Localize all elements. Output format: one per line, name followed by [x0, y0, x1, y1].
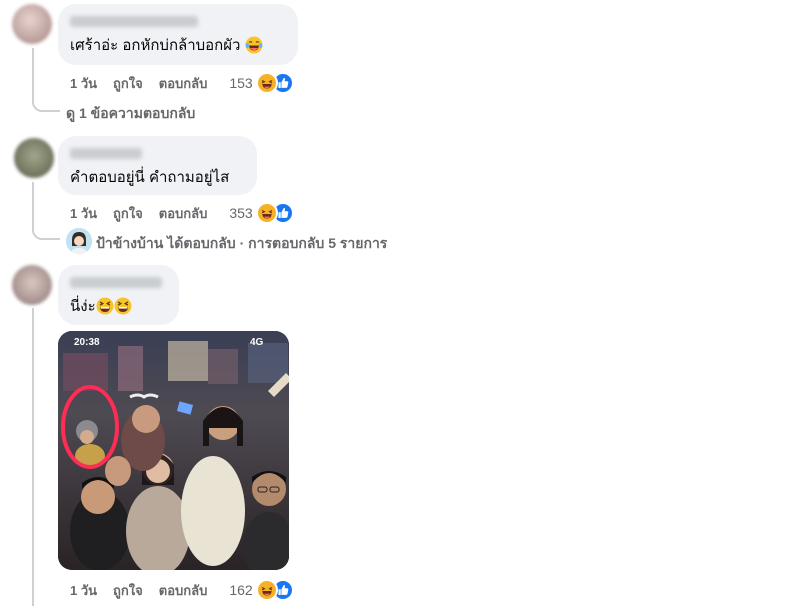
reply-author-avatar[interactable] [66, 228, 92, 254]
reaction-summary[interactable]: 162 [229, 579, 294, 601]
commenter-avatar[interactable] [14, 138, 54, 178]
photo-status-time: 20:38 [74, 337, 100, 348]
commenter-name-blurred[interactable] [70, 277, 162, 288]
reaction-summary[interactable]: 353 [229, 202, 294, 224]
laugh-cry-emoji-icon [244, 36, 263, 54]
like-button[interactable]: ถูกใจ [113, 73, 143, 94]
reaction-count: 153 [229, 75, 253, 91]
commenter-name-blurred[interactable] [70, 16, 198, 27]
comment-time[interactable]: 1 วัน [70, 203, 97, 224]
reply-thread-line [32, 182, 60, 240]
commenter-name-blurred[interactable] [70, 148, 142, 159]
reaction-count: 162 [229, 582, 253, 598]
comment-text-wrap: เศร้าอ่ะ อกหักบ่กล้าบอกผัว [70, 36, 286, 56]
reply-thread-line [32, 48, 60, 112]
comment-actions: 1 วัน ถูกใจ ตอบกลับ 353 [70, 202, 294, 224]
commenter-avatar[interactable] [12, 265, 52, 305]
reply-button[interactable]: ตอบกลับ [159, 203, 208, 224]
comment-text: นี่ง่ะ [70, 298, 96, 315]
haha-reaction-icon [255, 579, 278, 601]
reaction-summary[interactable]: 153 [229, 72, 294, 94]
comment-text: เศร้าอ่ะ อกหักบ่กล้าบอกผัว [70, 37, 241, 54]
photo-status-network: 4G [250, 337, 264, 348]
reaction-count: 353 [229, 205, 253, 221]
comment-time[interactable]: 1 วัน [70, 580, 97, 601]
comment-bubble: นี่ง่ะ [58, 265, 179, 325]
group-photo-image [58, 331, 289, 570]
like-button[interactable]: ถูกใจ [113, 580, 143, 601]
comment-time[interactable]: 1 วัน [70, 73, 97, 94]
grinning-squint-emoji-icon [113, 297, 132, 315]
comment-actions: 1 วัน ถูกใจ ตอบกลับ 153 [70, 72, 294, 94]
reply-summary-link[interactable]: ป้าข้างบ้าน ได้ตอบกลับ · การตอบกลับ 5 รา… [96, 233, 387, 255]
comment-text-wrap: นี่ง่ะ [70, 297, 167, 317]
like-button[interactable]: ถูกใจ [113, 203, 143, 224]
haha-reaction-icon [255, 202, 278, 224]
comment-actions: 1 วัน ถูกใจ ตอบกลับ 162 [70, 579, 294, 601]
view-replies-link[interactable]: ดู 1 ข้อความตอบกลับ [66, 103, 195, 125]
reply-thread-line [32, 308, 36, 606]
haha-reaction-icon [255, 72, 278, 94]
commenter-avatar[interactable] [12, 4, 52, 44]
comment-text: คำตอบอยู่นี่ คำถามอยู่ไส [70, 169, 230, 186]
comment-bubble: คำตอบอยู่นี่ คำถามอยู่ไส [58, 136, 257, 195]
comment-bubble: เศร้าอ่ะ อกหักบ่กล้าบอกผัว [58, 4, 298, 65]
comment-photo[interactable]: 20:38 4G [58, 331, 289, 570]
reply-button[interactable]: ตอบกลับ [159, 73, 208, 94]
reply-button[interactable]: ตอบกลับ [159, 580, 208, 601]
grinning-squint-emoji-icon [95, 297, 114, 315]
